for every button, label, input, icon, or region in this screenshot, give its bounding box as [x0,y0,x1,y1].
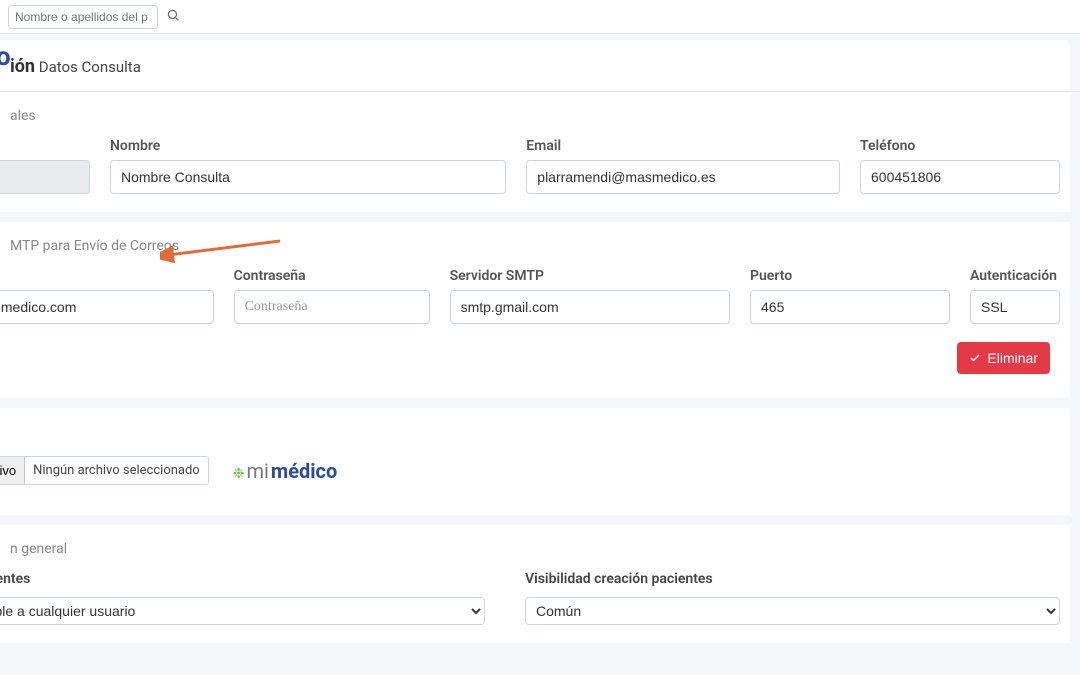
file-picker[interactable]: ar archivo Ningún archivo seleccionado [0,456,209,485]
label-servidor: Servidor SMTP [450,268,730,284]
file-status-text: Ningún archivo seleccionado [25,457,208,484]
input-smtp-user[interactable] [0,290,214,324]
label-email: Email [526,138,840,154]
page-title: ión Datos Consulta [10,40,1070,91]
label-telefono: Teléfono [860,138,1060,154]
file-choose-button[interactable]: ar archivo [0,457,25,484]
label-nombre: Nombre [110,138,506,154]
label-smtp-user [0,268,214,284]
label-te: te [0,138,90,154]
topbar [0,0,1080,34]
input-email[interactable] [526,160,840,194]
input-nombre[interactable] [110,160,506,194]
select-asign-pacientes[interactable]: signable a cualquier usuario [0,597,485,625]
search-button[interactable] [164,6,182,27]
section-heading-conf: n general [10,533,1060,571]
label-asign-pacientes: ón pacientes [0,571,485,587]
section-heading-smtp: MTP para Envío de Correos [10,230,1060,268]
input-contrasena[interactable] [234,290,430,324]
check-icon [969,352,981,364]
logo-fragment: o [0,42,11,72]
input-telefono[interactable] [860,160,1060,194]
brand-logo: ❉ mimédico [233,459,338,483]
label-contrasena: Contraseña [234,268,430,284]
select-visibilidad[interactable]: Común [525,597,1060,625]
input-servidor[interactable] [450,290,730,324]
input-autenticacion[interactable] [970,290,1060,324]
eliminar-button[interactable]: Eliminar [957,342,1050,374]
search-icon [166,8,180,22]
search-input[interactable] [8,5,158,29]
label-puerto: Puerto [750,268,950,284]
leaf-icon: ❉ [233,466,245,482]
section-heading-general: ales [10,100,1060,138]
label-autenticacion: Autenticación [970,268,1060,284]
label-visibilidad: Visibilidad creación pacientes [525,571,1060,587]
input-te[interactable] [0,160,90,194]
input-puerto[interactable] [750,290,950,324]
